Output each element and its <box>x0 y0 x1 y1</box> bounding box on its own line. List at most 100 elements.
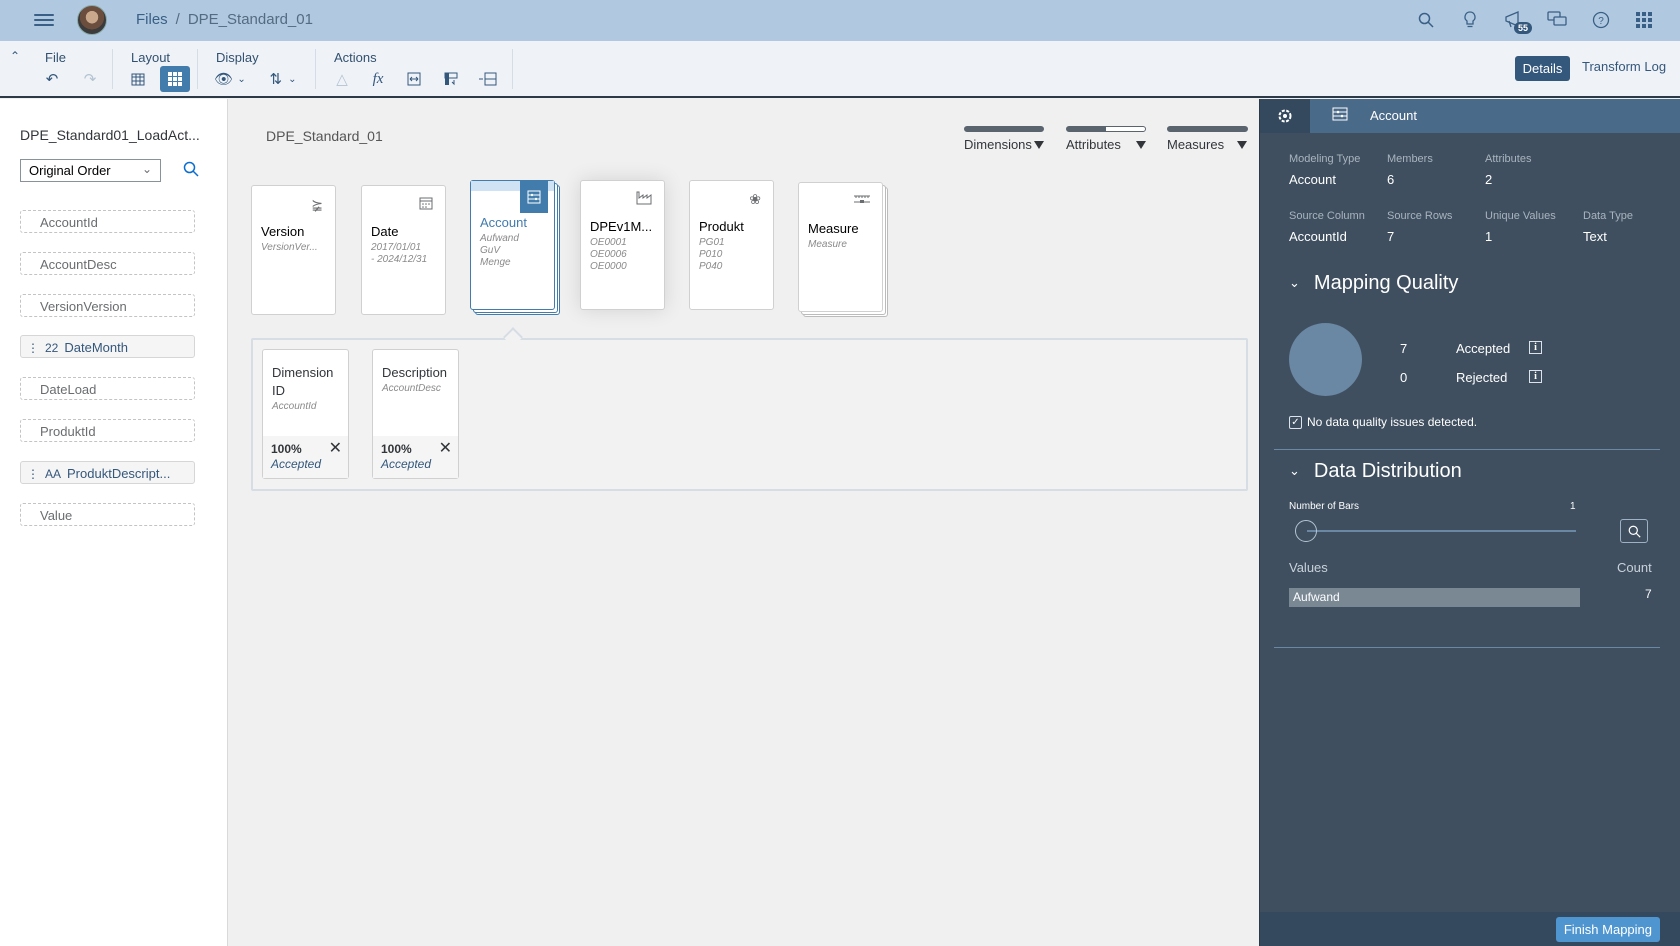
prop-label: Attributes <box>1485 153 1532 165</box>
number-of-bars-slider[interactable] <box>1307 530 1576 532</box>
sort-select[interactable]: Original Order ⌄ <box>20 159 161 182</box>
search-icon[interactable] <box>1415 9 1437 31</box>
dimension-card-produkt[interactable]: ❀ Produkt PG01 P010 P040 <box>689 180 781 317</box>
sort-dropdown[interactable]: ⇅ ⌄ <box>264 67 302 91</box>
prop-value: 2 <box>1485 172 1493 187</box>
prop-value: 7 <box>1387 229 1395 244</box>
card-view-icon[interactable] <box>160 66 190 92</box>
toolbar-divider <box>112 49 113 89</box>
source-field-item[interactable]: Value <box>20 503 195 526</box>
table-view-icon[interactable] <box>124 67 152 91</box>
source-field-item-mapped[interactable]: ⋮ AA ProduktDescript... <box>20 461 195 484</box>
lightbulb-icon[interactable] <box>1459 9 1481 31</box>
measures-filter[interactable]: Measures <box>1167 137 1224 152</box>
source-field-item[interactable]: DateLoad <box>20 377 195 400</box>
source-field-item[interactable]: AccountDesc <box>20 252 195 275</box>
product-icon: ❀ <box>749 191 761 207</box>
chat-icon[interactable] <box>1546 9 1568 31</box>
rejected-count: 0 <box>1400 370 1408 385</box>
toolbar: ⌃ File ↶ ↷ Layout Display 👁 ⌄ ⇅ ⌄ Actions … <box>0 41 1680 98</box>
shell-bar: Files / DPE_Standard_01 55 ? <box>0 0 1680 41</box>
dimensions-filter[interactable]: Dimensions <box>964 137 1032 152</box>
help-icon[interactable]: ? <box>1590 9 1612 31</box>
details-title: Account <box>1370 108 1417 123</box>
accepted-label: Accepted <box>1456 341 1511 356</box>
finish-mapping-button[interactable]: Finish Mapping <box>1555 917 1660 942</box>
dimension-card-account[interactable]: Account Aufwand GuV Menge <box>470 180 555 310</box>
close-icon[interactable]: ✕ <box>329 438 342 458</box>
details-panel: Account Modeling Type Account Members 6 … <box>1259 99 1680 946</box>
source-field-item[interactable]: AccountId <box>20 210 195 233</box>
attributes-filter[interactable]: Attributes <box>1066 137 1121 152</box>
dimension-card-measure[interactable]: Measure Measure <box>798 182 883 312</box>
attributes-progress <box>1066 126 1146 132</box>
caret-down-icon[interactable] <box>1034 141 1044 149</box>
dimension-card-date[interactable]: Date 2017/01/01 - 2024/12/31 <box>361 185 446 315</box>
dimension-card-version[interactable]: ⪶ Version VersionVer... <box>251 185 336 315</box>
undo-icon[interactable]: ↶ <box>38 67 66 91</box>
calendar-icon <box>419 196 433 213</box>
info-icon[interactable]: i <box>1529 370 1542 383</box>
mapping-quality-header[interactable]: ⌄ Mapping Quality <box>1289 272 1458 295</box>
formula-icon[interactable]: fx <box>364 67 392 91</box>
close-icon[interactable]: ✕ <box>439 438 452 458</box>
avatar[interactable] <box>77 5 107 35</box>
card-subtitle: 2017/01/01 - 2024/12/31 <box>371 242 428 265</box>
collapse-toolbar-icon[interactable]: ⌃ <box>10 49 20 63</box>
attribute-source: AccountDesc <box>382 383 441 394</box>
card-title: Produkt <box>699 219 744 234</box>
distribution-bar[interactable]: Aufwand <box>1289 588 1580 607</box>
split-column-icon[interactable] <box>400 67 428 91</box>
settings-tab[interactable] <box>1260 99 1310 133</box>
section-divider <box>1274 449 1660 450</box>
visibility-dropdown[interactable]: 👁 ⌄ <box>212 67 248 91</box>
data-distribution-header[interactable]: ⌄ Data Distribution <box>1289 460 1462 483</box>
section-title: Mapping Quality <box>1313 272 1459 294</box>
section-title: Data Distribution <box>1313 460 1462 482</box>
dimension-card-dpev1m[interactable]: DPEv1M... OE0001 OE0006 OE0000 <box>580 180 672 317</box>
toolbar-divider <box>197 49 198 89</box>
factory-icon <box>636 191 652 208</box>
slider-handle[interactable] <box>1295 520 1317 542</box>
attribute-title: Dimension ID <box>272 365 334 398</box>
chevron-down-icon: ⌄ <box>1289 275 1300 290</box>
bar-label: Aufwand <box>1293 590 1340 604</box>
search-icon[interactable] <box>183 161 199 182</box>
drag-handle-icon[interactable]: ⋮ <box>27 467 39 481</box>
attribute-status-text: Accepted <box>271 457 322 471</box>
app-grid-icon[interactable] <box>1633 9 1655 31</box>
chevron-down-icon: ⌄ <box>237 73 246 85</box>
breadcrumb-files[interactable]: Files <box>136 11 168 28</box>
group-layout-label: Layout <box>131 50 171 65</box>
info-icon[interactable]: i <box>1529 341 1542 354</box>
transform-log-button[interactable]: Transform Log <box>1582 59 1666 74</box>
chevron-down-icon: ⌄ <box>288 73 297 85</box>
redo-icon[interactable]: ↷ <box>76 67 104 91</box>
delete-row-icon[interactable] <box>474 67 502 91</box>
transform-icon[interactable]: △ <box>328 67 356 91</box>
caret-down-icon[interactable] <box>1237 141 1247 149</box>
sort-icon: ⇅ <box>269 71 283 88</box>
menu-icon[interactable] <box>34 11 54 29</box>
source-field-item[interactable]: VersionVersion <box>20 294 195 317</box>
svg-text:?: ? <box>1598 16 1604 27</box>
details-button[interactable]: Details <box>1515 56 1570 81</box>
pivot-icon[interactable] <box>437 67 465 91</box>
count-column-label: Count <box>1617 560 1652 575</box>
measure-icon <box>854 193 870 209</box>
card-subtitle: VersionVer... <box>261 242 318 253</box>
prop-label: Unique Values <box>1485 210 1556 222</box>
attribute-card-dimension-id[interactable]: Dimension ID AccountId 100% Accepted ✕ <box>262 349 349 479</box>
source-field-item-mapped[interactable]: ⋮ 22 DateMonth <box>20 335 195 358</box>
source-field-item[interactable]: ProduktId <box>20 419 195 442</box>
eye-icon: 👁 <box>214 71 234 88</box>
check-icon: ✓ <box>1289 416 1302 429</box>
group-actions-label: Actions <box>334 50 377 65</box>
prop-value: AccountId <box>1289 229 1347 244</box>
attribute-card-description[interactable]: Description AccountDesc 100% Accepted ✕ <box>372 349 459 479</box>
caret-down-icon[interactable] <box>1136 141 1146 149</box>
drag-handle-icon[interactable]: ⋮ <box>27 341 39 355</box>
search-icon[interactable] <box>1620 519 1648 543</box>
source-title: DPE_Standard01_LoadAct... <box>20 127 200 143</box>
field-label: DateLoad <box>40 382 97 397</box>
